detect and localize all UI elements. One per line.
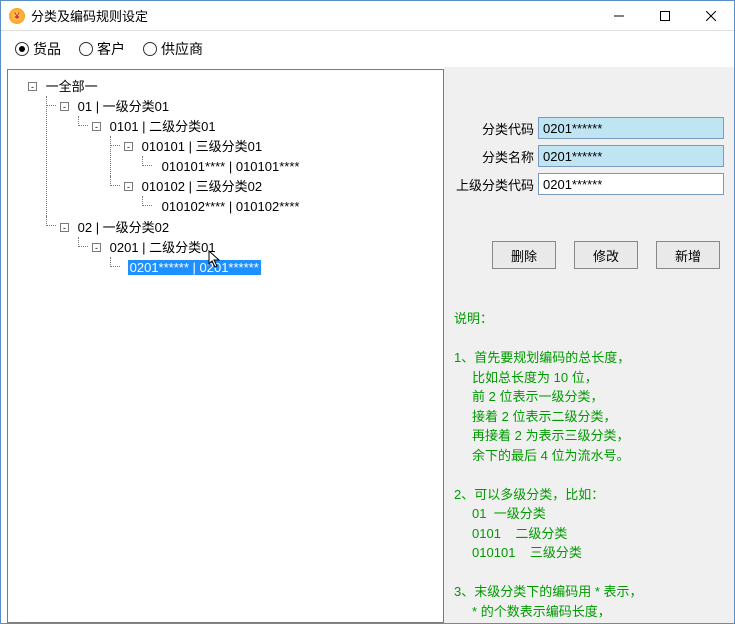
parent-code-input[interactable] <box>538 173 724 195</box>
tree-node[interactable]: - 010101 | 三级分类01 010101**** | 010101***… <box>110 136 439 176</box>
name-input[interactable] <box>538 145 724 167</box>
tree-node-label: 010101 | 三级分类01 <box>140 139 264 154</box>
tree-leaf[interactable]: 010102**** | 010102**** <box>142 196 439 216</box>
tree-node-label: 02 | 一级分类02 <box>76 220 172 235</box>
maximize-icon <box>660 11 670 21</box>
parent-code-label: 上级分类代码 <box>454 175 538 194</box>
tree-pane[interactable]: - 一全部一 - 01 | 一级分类01 - 0101 | 二级分类01 <box>7 69 444 623</box>
window-title: 分类及编码规则设定 <box>31 6 596 25</box>
radio-supplier[interactable]: 供应商 <box>143 39 203 59</box>
minimize-button[interactable] <box>596 1 642 30</box>
radio-customer[interactable]: 客户 <box>79 39 125 59</box>
tree-node-label: 01 | 一级分类01 <box>76 99 172 114</box>
window-controls <box>596 1 734 30</box>
help-title: 说明： <box>454 311 493 326</box>
radio-goods[interactable]: 货品 <box>15 39 61 59</box>
titlebar: ¥ 分类及编码规则设定 <box>1 1 734 31</box>
name-label: 分类名称 <box>454 147 538 166</box>
tree-node-label: 0201****** | 0201****** <box>128 260 261 275</box>
tree-node[interactable]: - 010102 | 三级分类02 010102**** | 010102***… <box>110 176 439 216</box>
tree-node-label: 一全部一 <box>44 79 100 94</box>
delete-button[interactable]: 删除 <box>492 241 556 269</box>
close-button[interactable] <box>688 1 734 30</box>
collapse-icon[interactable]: - <box>92 243 101 252</box>
add-button[interactable]: 新增 <box>656 241 720 269</box>
category-type-radios: 货品 客户 供应商 <box>1 31 734 67</box>
form-row-code: 分类代码 <box>454 117 724 139</box>
app-icon: ¥ <box>9 8 25 24</box>
collapse-icon[interactable]: - <box>28 82 37 91</box>
tree-node[interactable]: - 02 | 一级分类02 - 0201 | 二级分类01 <box>46 216 439 276</box>
form-row-parent: 上级分类代码 <box>454 173 724 195</box>
radio-icon <box>143 42 157 56</box>
help-body: 1、首先要规划编码的总长度， 比如总长度为 10 位， 前 2 位表示一级分类，… <box>454 350 682 619</box>
tree-node[interactable]: - 0201 | 二级分类01 0201****** | 0201****** <box>78 237 439 277</box>
radio-customer-label: 客户 <box>97 39 125 59</box>
tree-leaf-selected[interactable]: 0201****** | 0201****** <box>110 257 439 277</box>
button-row: 删除 修改 新增 <box>454 241 724 269</box>
radio-icon <box>15 42 29 56</box>
code-label: 分类代码 <box>454 119 538 138</box>
collapse-icon[interactable]: - <box>124 142 133 151</box>
tree-node-label: 010101**** | 010101**** <box>160 159 302 174</box>
collapse-icon[interactable]: - <box>124 182 133 191</box>
app-window: ¥ 分类及编码规则设定 货品 客户 供应商 <box>0 0 735 624</box>
collapse-icon[interactable]: - <box>60 223 69 232</box>
radio-goods-label: 货品 <box>33 39 61 59</box>
collapse-icon[interactable]: - <box>60 102 69 111</box>
tree-node-root[interactable]: - 一全部一 - 01 | 一级分类01 - 0101 | 二级分类01 <box>14 76 439 277</box>
radio-supplier-label: 供应商 <box>161 39 203 59</box>
tree-node-label: 010102 | 三级分类02 <box>140 179 264 194</box>
form-row-name: 分类名称 <box>454 145 724 167</box>
tree-node[interactable]: - 0101 | 二级分类01 - 010101 | 三级分类01 <box>78 116 439 216</box>
main-area: - 一全部一 - 01 | 一级分类01 - 0101 | 二级分类01 <box>1 67 734 623</box>
form-area: 分类代码 分类名称 上级分类代码 <box>454 77 724 201</box>
tree-node-label: 0201 | 二级分类01 <box>108 240 218 255</box>
tree-node-label: 010102**** | 010102**** <box>160 199 302 214</box>
tree-node[interactable]: - 01 | 一级分类01 - 0101 | 二级分类01 - <box>46 96 439 216</box>
help-text: 说明： 1、首先要规划编码的总长度， 比如总长度为 10 位， 前 2 位表示一… <box>454 309 724 619</box>
code-input[interactable] <box>538 117 724 139</box>
collapse-icon[interactable]: - <box>92 122 101 131</box>
tree-node-label: 0101 | 二级分类01 <box>108 119 218 134</box>
right-pane: 分类代码 分类名称 上级分类代码 删除 修改 新增 说明： 1、首先要规划编码的… <box>444 67 734 623</box>
minimize-icon <box>614 11 624 21</box>
category-tree: - 一全部一 - 01 | 一级分类01 - 0101 | 二级分类01 <box>12 76 439 277</box>
tree-leaf[interactable]: 010101**** | 010101**** <box>142 156 439 176</box>
modify-button[interactable]: 修改 <box>574 241 638 269</box>
maximize-button[interactable] <box>642 1 688 30</box>
radio-icon <box>79 42 93 56</box>
close-icon <box>706 11 716 21</box>
